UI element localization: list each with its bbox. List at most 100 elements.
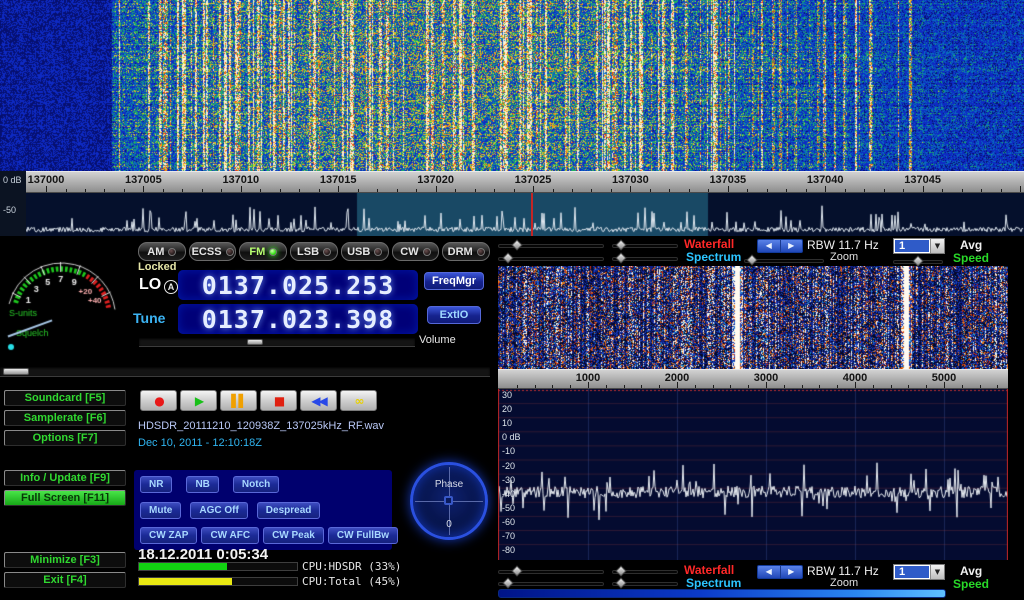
waterfall-tab-bottom[interactable]: Waterfall	[684, 563, 734, 577]
bottom-zoom-scrollbar[interactable]	[498, 589, 946, 598]
display-speed-slider-handle[interactable]	[3, 368, 29, 375]
slider-handle[interactable]	[502, 252, 513, 263]
slider-handle[interactable]	[912, 255, 923, 266]
dropdown-arrow-icon[interactable]: ▼	[930, 239, 944, 253]
transport-record-button[interactable]: ●	[140, 390, 177, 411]
dsp-button-nr[interactable]: NR	[140, 476, 172, 493]
sidebar-button-info-update-f9[interactable]: Info / Update [F9]	[4, 470, 126, 486]
extio-button[interactable]: ExtIO	[427, 306, 481, 324]
ruler-tick	[728, 186, 729, 192]
top-frequency-ruler[interactable]: 1370001370051370101370151370201370251370…	[0, 171, 1024, 193]
dsp-button-mute[interactable]: Mute	[140, 502, 181, 519]
waterfall-brightness-slider[interactable]	[498, 244, 604, 248]
tune-frequency-display[interactable]: 0137.023.398	[178, 304, 418, 334]
mode-button-ecss[interactable]: ECSS	[189, 242, 237, 261]
dsp-button-cw-peak[interactable]: CW Peak	[263, 527, 324, 544]
zoom-frequency-ruler[interactable]: 10002000300040005000	[498, 369, 1008, 389]
spectrum-tab[interactable]: Spectrum	[686, 250, 741, 264]
phase-label: Phase	[413, 479, 485, 490]
ruler-tick	[641, 385, 642, 388]
avg-select[interactable]: 1 ▼	[893, 238, 945, 254]
main-waterfall-display[interactable]	[0, 0, 1024, 171]
dsp-button-agc-off[interactable]: AGC Off	[190, 502, 247, 519]
freqmgr-button[interactable]: FreqMgr	[424, 272, 484, 290]
spectrum-brightness-slider-bottom[interactable]	[498, 582, 604, 586]
spectrum-tab-bottom[interactable]: Spectrum	[686, 576, 741, 590]
dsp-button-cw-afc[interactable]: CW AFC	[201, 527, 259, 544]
ruler-tick	[748, 385, 749, 388]
slider-handle[interactable]	[511, 565, 522, 576]
mode-button-drm[interactable]: DRM	[442, 242, 490, 261]
dsp-button-nb[interactable]: NB	[186, 476, 218, 493]
sidebar-group-info: Info / Update [F9] Full Screen [F11]	[4, 470, 126, 506]
sidebar-button-minimize-f3[interactable]: Minimize [F3]	[4, 552, 126, 568]
sidebar-button-exit-f4[interactable]: Exit [F4]	[4, 572, 126, 588]
slider-handle[interactable]	[615, 239, 626, 250]
waterfall-brightness-slider-bottom[interactable]	[498, 570, 604, 574]
slider-handle[interactable]	[746, 254, 757, 265]
mode-button-label: ECSS	[192, 246, 222, 258]
waterfall-contrast-slider-bottom[interactable]	[612, 570, 678, 574]
ruler-tick	[553, 189, 554, 192]
transport-play-button[interactable]: ▶	[180, 390, 217, 411]
dsp-button-notch[interactable]: Notch	[233, 476, 279, 493]
ruler-tick	[981, 189, 982, 192]
waterfall-tab[interactable]: Waterfall	[684, 237, 734, 251]
sidebar-button-samplerate-f6[interactable]: Samplerate [F6]	[4, 410, 126, 426]
overview-spectrum-display[interactable]	[0, 193, 1024, 236]
spectrum-brightness-slider[interactable]	[498, 257, 604, 261]
dsp-button-cw-fullbw[interactable]: CW FullBw	[328, 527, 398, 544]
s-meter[interactable]	[4, 250, 134, 362]
avg-select-bottom[interactable]: 1 ▼	[893, 564, 945, 580]
decrease-arrow-icon[interactable]: ◀	[758, 240, 781, 252]
transport-rewind-button[interactable]: ◀◀	[300, 390, 337, 411]
dropdown-arrow-icon[interactable]: ▼	[930, 565, 944, 579]
sidebar-button-options-f7[interactable]: Options [F7]	[4, 430, 126, 446]
avg-slider[interactable]	[893, 260, 943, 264]
frequency-label: 137010	[222, 174, 259, 186]
slider-handle[interactable]	[615, 565, 626, 576]
mode-button-fm[interactable]: FM	[239, 242, 287, 261]
ruler-tick	[104, 189, 105, 192]
increase-arrow-icon[interactable]: ▶	[781, 566, 803, 578]
display-speed-slider[interactable]	[0, 366, 490, 377]
rbw-spinner[interactable]: ◀ ▶	[757, 239, 803, 253]
volume-slider[interactable]	[139, 337, 415, 347]
ruler-tick	[624, 385, 625, 388]
db-scale-top-label: 0 dB	[3, 175, 22, 185]
slider-handle[interactable]	[502, 577, 513, 588]
slider-handle[interactable]	[615, 252, 626, 263]
dsp-button-cw-zap[interactable]: CW ZAP	[140, 527, 197, 544]
ruler-tick	[730, 385, 731, 388]
decrease-arrow-icon[interactable]: ◀	[758, 566, 781, 578]
spectrum-contrast-slider-bottom[interactable]	[612, 582, 678, 586]
phase-indicator[interactable]: Phase 0	[410, 462, 488, 540]
sidebar-button-full-screen-f11[interactable]: Full Screen [F11]	[4, 490, 126, 506]
zoom-spectrum-display[interactable]	[498, 389, 1008, 560]
lo-frequency-display[interactable]: 0137.025.253	[178, 270, 418, 300]
transport-pause-button[interactable]: ▌▌	[220, 390, 257, 411]
waterfall-contrast-slider[interactable]	[612, 244, 678, 248]
transport-loop-button[interactable]: ∞	[340, 390, 377, 411]
transport-stop-button[interactable]: ■	[260, 390, 297, 411]
frequency-label: 137030	[612, 174, 649, 186]
mode-button-am[interactable]: AM	[138, 242, 186, 261]
zoom-waterfall-display[interactable]	[498, 266, 1008, 369]
spectrum-contrast-slider[interactable]	[612, 257, 678, 261]
slider-handle[interactable]	[511, 239, 522, 250]
mode-button-usb[interactable]: USB	[341, 242, 389, 261]
dsp-button-despread[interactable]: Despread	[257, 502, 321, 519]
volume-slider-handle[interactable]	[247, 339, 263, 345]
ruler-tick	[1001, 189, 1002, 192]
sidebar-button-soundcard-f5[interactable]: Soundcard [F5]	[4, 390, 126, 406]
rbw-spinner-bottom[interactable]: ◀ ▶	[757, 565, 803, 579]
lo-lock-badge[interactable]: A	[164, 280, 178, 294]
mode-button-lsb[interactable]: LSB	[290, 242, 338, 261]
mode-button-cw[interactable]: CW	[392, 242, 440, 261]
zoom-slider[interactable]	[744, 259, 824, 263]
ruler-tick	[689, 189, 690, 192]
zoom-label-bottom: Zoom	[830, 577, 858, 589]
slider-handle[interactable]	[615, 577, 626, 588]
tune-marker-line[interactable]	[531, 193, 533, 236]
increase-arrow-icon[interactable]: ▶	[781, 240, 803, 252]
